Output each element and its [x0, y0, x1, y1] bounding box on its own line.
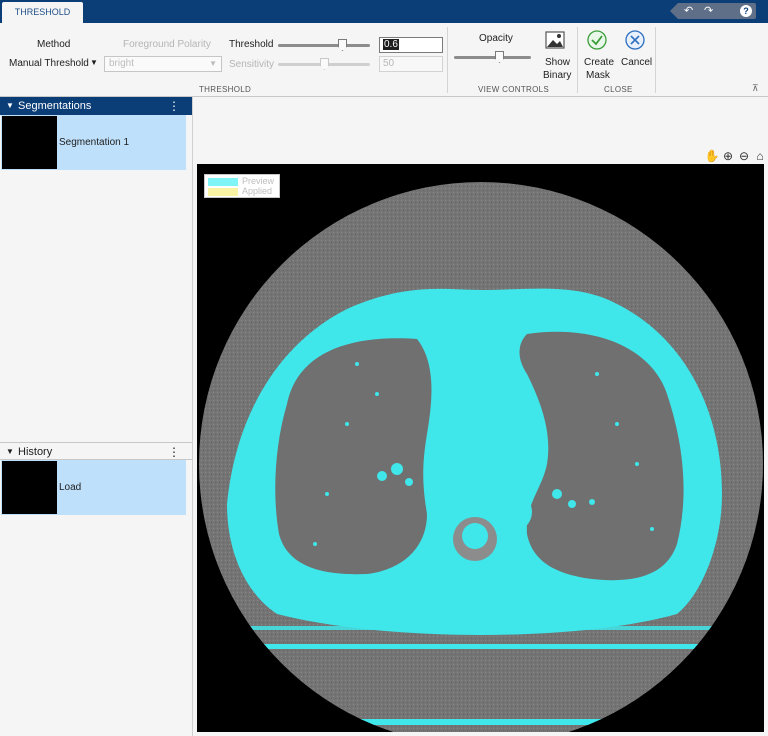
history-label: Load: [59, 482, 82, 493]
method-dropdown[interactable]: Manual Threshold: [9, 58, 89, 69]
slider-thumb[interactable]: [495, 51, 504, 63]
history-title: History: [18, 446, 53, 458]
polarity-dropdown[interactable]: bright ▼: [104, 56, 222, 72]
show-binary-label-2[interactable]: Binary: [543, 70, 571, 81]
chevron-down-icon: ▼: [209, 59, 217, 68]
slider-thumb[interactable]: [338, 39, 347, 51]
divider: [447, 27, 448, 93]
sensitivity-input: 50: [379, 56, 443, 72]
polarity-value: bright: [109, 58, 135, 69]
ct-scan-image: [199, 182, 763, 732]
segmentations-title: Segmentations: [18, 100, 92, 112]
section-view-controls: VIEW CONTROLS: [478, 85, 550, 94]
expand-triangle-icon[interactable]: ▼: [6, 97, 14, 115]
preview-swatch: [208, 178, 238, 186]
check-icon: [587, 30, 607, 50]
axes-toolbar: ✋ ⊕ ⊖ ⌂: [704, 149, 768, 163]
ribbon-tab-bar: THRESHOLD ↶ ↷ ?: [0, 0, 768, 23]
history-thumbnail: [2, 461, 57, 514]
more-options-icon[interactable]: ⋮: [168, 97, 180, 115]
image-icon: [545, 31, 565, 49]
cancel-button[interactable]: [625, 30, 645, 53]
preview-legend-label: Preview: [242, 176, 275, 186]
collapse-ribbon-icon[interactable]: ⊼: [752, 83, 759, 94]
section-close: CLOSE: [604, 85, 633, 94]
undo-icon[interactable]: ↶: [684, 3, 693, 19]
opacity-label: Opacity: [479, 33, 513, 44]
show-binary-button[interactable]: [545, 31, 567, 51]
threshold-slider[interactable]: [278, 39, 370, 51]
threshold-label: Threshold: [229, 39, 274, 50]
threshold-input[interactable]: 0.6: [379, 37, 443, 53]
history-list-item[interactable]: Load: [1, 460, 186, 515]
help-icon[interactable]: ?: [740, 5, 752, 17]
zoom-out-icon[interactable]: ⊖: [736, 149, 752, 163]
sensitivity-slider: [278, 58, 370, 70]
threshold-value: 0.6: [383, 39, 399, 50]
chevron-down-icon[interactable]: ▼: [90, 58, 98, 67]
close-icon: [625, 30, 645, 50]
applied-legend-label: Applied: [242, 186, 273, 196]
left-panel: ▼ Segmentations ⋮ Segmentation 1 ▼ Histo…: [0, 97, 193, 736]
divider: [655, 27, 656, 93]
more-options-icon[interactable]: ⋮: [168, 443, 180, 461]
ribbon: Method Manual Threshold ▼ Foreground Pol…: [0, 23, 768, 97]
home-icon[interactable]: ⌂: [752, 149, 768, 163]
legend: Preview Applied: [204, 174, 280, 198]
pan-icon[interactable]: ✋: [704, 149, 720, 163]
zoom-in-icon[interactable]: ⊕: [720, 149, 736, 163]
show-binary-label[interactable]: Show: [545, 57, 570, 68]
method-label: Method: [37, 39, 71, 50]
segmentations-header[interactable]: ▼ Segmentations ⋮: [0, 97, 192, 115]
image-viewer[interactable]: Preview Applied: [197, 164, 764, 732]
history-header[interactable]: ▼ History ⋮: [0, 442, 192, 460]
segmentation-label: Segmentation 1: [59, 137, 130, 148]
divider: [577, 27, 578, 93]
opacity-slider[interactable]: [454, 51, 531, 63]
slider-thumb: [320, 58, 329, 70]
segmentation-list-item[interactable]: Segmentation 1: [1, 115, 186, 170]
create-mask-label-2[interactable]: Mask: [586, 70, 610, 81]
sensitivity-label: Sensitivity: [229, 59, 275, 70]
expand-triangle-icon[interactable]: ▼: [6, 443, 14, 461]
create-mask-label[interactable]: Create: [584, 57, 614, 68]
section-threshold: THRESHOLD: [199, 85, 252, 94]
cancel-label[interactable]: Cancel: [621, 57, 652, 68]
redo-icon[interactable]: ↷: [704, 3, 713, 19]
create-mask-button[interactable]: [587, 30, 607, 53]
segmentation-thumbnail: [2, 116, 57, 169]
applied-swatch: [208, 188, 238, 196]
tab-threshold[interactable]: THRESHOLD: [2, 2, 83, 23]
polarity-label: Foreground Polarity: [123, 39, 211, 50]
